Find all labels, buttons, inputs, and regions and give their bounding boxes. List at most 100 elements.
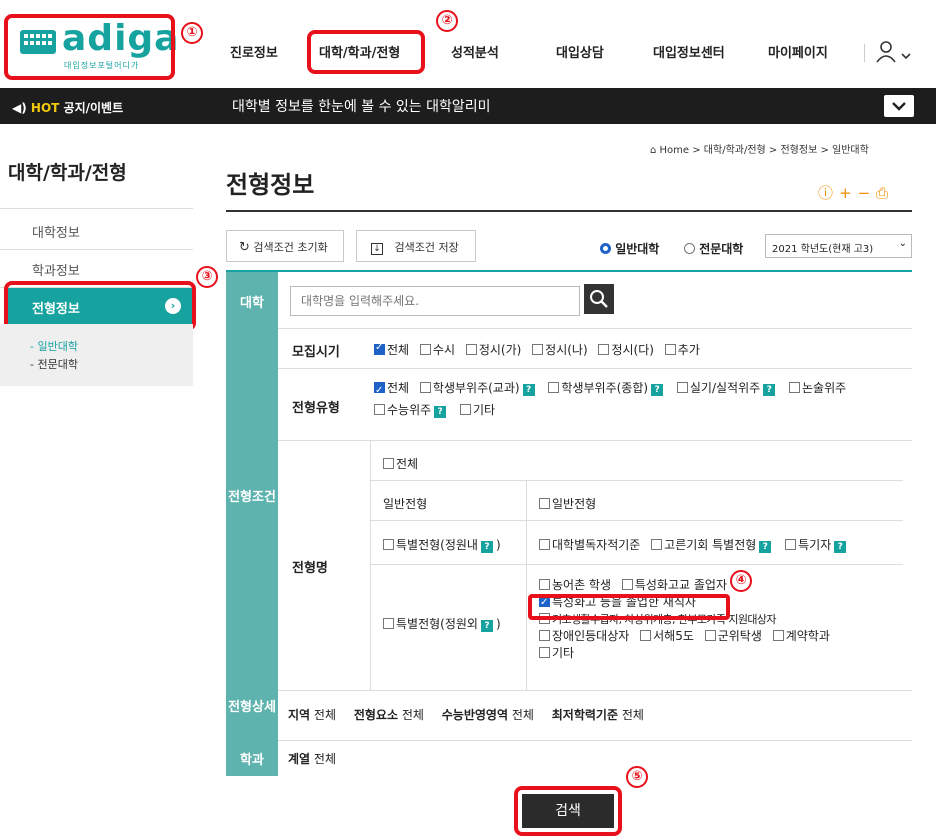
notice-expand-button[interactable] <box>884 95 914 117</box>
detail-csat-area[interactable]: 수능반영영역 전체 <box>442 708 534 722</box>
sublist-general-univ[interactable]: - 일반대학 <box>30 338 193 356</box>
help-icon[interactable]: ? <box>759 541 772 553</box>
highlight-1 <box>4 14 175 80</box>
type-essay[interactable]: 논술위주 <box>789 381 846 395</box>
page-title: 전형정보 <box>226 171 315 199</box>
admission-name-row: 전형명 전체 일반전형 일반전형 특별전형(정원내?) 대학별독자적기준 고른기… <box>278 441 912 691</box>
reset-conditions-button[interactable]: ↻ 검색조건 초기화 <box>226 230 344 262</box>
checkbox-icon <box>539 579 550 590</box>
special-in-equal[interactable]: 고른기회 특별전형? <box>651 538 774 553</box>
type-all[interactable]: 전체 <box>374 380 409 402</box>
help-icon[interactable]: ? <box>434 406 447 418</box>
condition-label: 전형조건 <box>226 329 278 691</box>
nav-consulting[interactable]: 대입상담 <box>556 42 604 61</box>
info-icon[interactable]: ⓘ <box>818 184 839 202</box>
checkbox-checked-icon <box>374 342 385 355</box>
highlight-2 <box>307 30 425 74</box>
special-out-other[interactable]: 기타 <box>539 646 574 660</box>
period-additional[interactable]: 추가 <box>664 343 700 357</box>
period-regular-na[interactable]: 정시(나) <box>532 343 588 357</box>
callout-1: ① <box>181 22 203 44</box>
sublist-junior-college[interactable]: - 전문대학 <box>30 356 193 374</box>
checkbox-checked-icon <box>374 380 385 402</box>
help-icon[interactable]: ? <box>651 384 664 396</box>
checkbox-icon <box>598 344 610 355</box>
zoom-out-icon[interactable]: − <box>858 184 877 202</box>
help-icon[interactable]: ? <box>522 384 535 396</box>
period-all[interactable]: 전체 <box>374 342 409 357</box>
dept-category-label: 계열 <box>288 752 311 766</box>
sidebar-item-univ-info[interactable]: 대학정보 <box>0 208 193 250</box>
dept-items[interactable]: 계열 전체 <box>288 750 336 767</box>
type-csat[interactable]: 수능위주? <box>374 403 449 418</box>
type-other[interactable]: 기타 <box>460 403 495 417</box>
special-out-contract[interactable]: 계약학과 <box>772 629 830 643</box>
help-icon[interactable]: ? <box>763 384 776 396</box>
zoom-in-icon[interactable]: + <box>839 184 858 202</box>
sidebar-sublist: - 일반대학 - 전문대학 <box>0 324 193 386</box>
download-icon: ↓ <box>371 243 383 255</box>
type-practical[interactable]: 실기/실적위주? <box>676 381 778 396</box>
special-out-rural[interactable]: 농어촌 학생 <box>539 578 611 592</box>
special-in-talent[interactable]: 특기자? <box>785 538 849 553</box>
save-conditions-button[interactable]: ↓ 검색조건 저장 <box>356 230 476 262</box>
checkbox-icon <box>772 630 784 641</box>
nav-divider <box>864 44 865 62</box>
general-category: 일반전형 <box>371 481 527 521</box>
breadcrumb-text[interactable]: Home > 대학/학과/전형 > 전형정보 > 일반대학 <box>660 145 869 156</box>
checkbox-icon <box>640 630 652 641</box>
type-record-comprehensive[interactable]: 학생부위주(종합)? <box>548 381 666 396</box>
type-row: 전형유형 전체 학생부위주(교과)? 학생부위주(종합)? 실기/실적위주? 논… <box>278 369 912 441</box>
nav-career[interactable]: 진로정보 <box>230 42 278 61</box>
period-row: 모집시기 전체 수시 정시(가) 정시(나) 정시(다) 추가 <box>278 329 912 369</box>
callout-2: ② <box>436 10 458 32</box>
period-options: 전체 수시 정시(가) 정시(나) 정시(다) 추가 <box>374 341 707 358</box>
general-opt[interactable]: 일반전형 <box>539 497 596 511</box>
detail-element[interactable]: 전형요소 전체 <box>354 708 424 722</box>
univ-search-input[interactable] <box>290 286 580 316</box>
checkbox-icon <box>383 618 394 629</box>
radio-general-label: 일반대학 <box>615 242 660 256</box>
period-early[interactable]: 수시 <box>419 343 455 357</box>
name-all[interactable]: 전체 <box>383 457 418 471</box>
checkbox-icon <box>419 344 431 355</box>
title-underline <box>226 210 912 212</box>
nav-mypage[interactable]: 마이페이지 <box>768 42 828 61</box>
special-in-category[interactable]: 특별전형(정원내?) <box>371 521 527 565</box>
checkbox-icon <box>548 382 560 393</box>
radio-junior-college[interactable]: 전문대학 <box>684 240 743 257</box>
type-record-subject[interactable]: 학생부위주(교과)? <box>419 381 538 396</box>
univ-label: 대학 <box>226 272 278 329</box>
radio-selected-icon <box>600 243 611 254</box>
special-out-category[interactable]: 특별전형(정원외?) <box>371 565 527 691</box>
print-icon[interactable]: ⎙ <box>876 184 894 202</box>
user-icon[interactable] <box>876 40 914 64</box>
univ-search-button[interactable] <box>584 284 614 314</box>
help-icon[interactable]: ? <box>834 541 847 553</box>
special-in-own[interactable]: 대학별독자적기준 <box>539 538 640 552</box>
special-out-disabled[interactable]: 장애인등대상자 <box>539 629 629 643</box>
special-out-west-sea[interactable]: 서해5도 <box>640 629 694 643</box>
detail-region[interactable]: 지역 전체 <box>288 708 336 722</box>
year-select[interactable]: 2021 학년도(현재 고3) ⌄ <box>765 234 912 258</box>
help-icon[interactable]: ? <box>480 620 493 632</box>
help-icon[interactable]: ? <box>480 541 493 553</box>
radio-general-univ[interactable]: 일반대학 <box>600 240 659 257</box>
hot-notice[interactable]: ◀) HOT 공지/이벤트 <box>12 99 123 116</box>
page-tools: ⓘ+−⎙ <box>818 182 894 203</box>
callout-5: ⑤ <box>626 766 648 788</box>
checkbox-icon <box>651 539 663 550</box>
chevron-down-icon: ⌄ <box>898 238 907 249</box>
detail-minimum[interactable]: 최저학력기준 전체 <box>552 708 644 722</box>
nav-score-analysis[interactable]: 성적분석 <box>451 42 499 61</box>
admission-name-label: 전형명 <box>292 561 328 576</box>
nav-info-center[interactable]: 대입정보센터 <box>653 42 725 61</box>
chevron-down-icon <box>892 102 906 111</box>
period-regular-da[interactable]: 정시(다) <box>598 343 654 357</box>
name-all-row: 전체 <box>371 441 903 481</box>
notice-ticker[interactable]: 대학별 정보를 한눈에 볼 수 있는 대학알리미 <box>232 96 491 116</box>
special-out-military[interactable]: 군위탁생 <box>704 629 762 643</box>
period-regular-ga[interactable]: 정시(가) <box>465 343 521 357</box>
checkbox-icon <box>539 630 550 641</box>
special-out-vocational[interactable]: 특성화고교 졸업자 <box>621 578 727 592</box>
